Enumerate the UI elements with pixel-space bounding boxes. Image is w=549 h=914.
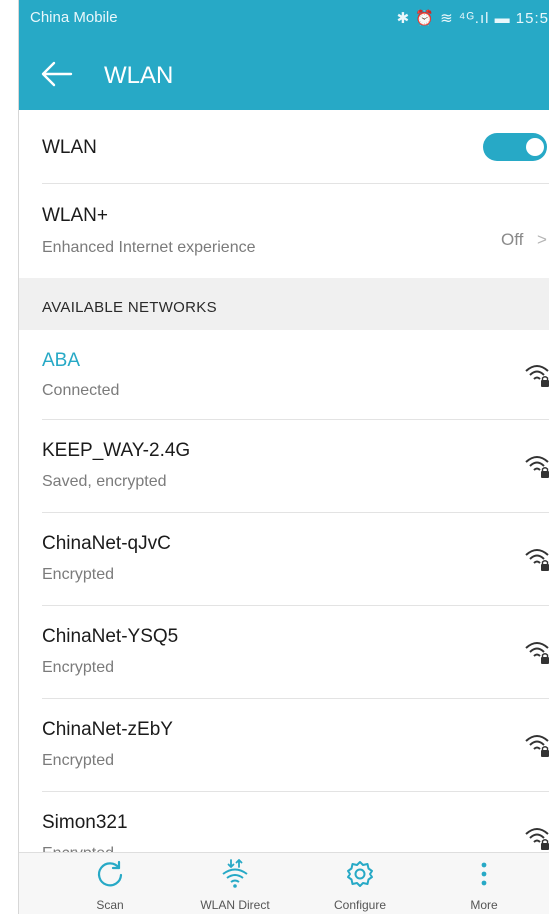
- network-status: Encrypted: [42, 752, 115, 769]
- network-row[interactable]: ChinaNet-zEbY Encrypted: [19, 699, 549, 792]
- bottom-action-bar: Scan WLAN Direct Configure More: [19, 852, 549, 914]
- network-name: ChinaNet-zEbY: [42, 719, 173, 740]
- network-row[interactable]: Simon321 Encrypted: [19, 792, 549, 854]
- wlan-toggle-label: WLAN: [42, 137, 97, 158]
- back-arrow-icon[interactable]: [39, 60, 73, 88]
- wifi-signal-locked-icon: [525, 456, 549, 478]
- network-row[interactable]: ABA Connected: [19, 330, 549, 420]
- wlan-plus-value: Off: [501, 230, 524, 249]
- app-bar: WLAN: [19, 36, 549, 110]
- wifi-signal-locked-icon: [525, 828, 549, 850]
- wifi-signal-locked-icon: [525, 735, 549, 757]
- configure-button[interactable]: Configure: [315, 853, 405, 914]
- refresh-icon: [97, 860, 123, 887]
- wlan-plus-title: WLAN+: [42, 205, 108, 226]
- scan-label: Scan: [96, 898, 124, 912]
- status-bar: China Mobile ✱ ⏰ ≋ ⁴ᴳ.ıl ▬ 15:5: [19, 0, 549, 36]
- network-name: ChinaNet-qJvC: [42, 533, 171, 554]
- network-status: Encrypted: [42, 566, 115, 583]
- network-row[interactable]: ChinaNet-YSQ5 Encrypted: [19, 606, 549, 699]
- network-status: Saved, encrypted: [42, 473, 167, 490]
- wifi-signal-locked-icon: [525, 642, 549, 664]
- page-title: WLAN: [104, 62, 174, 89]
- more-label: More: [470, 898, 498, 912]
- network-name: Simon321: [42, 812, 128, 833]
- wlan-direct-button[interactable]: WLAN Direct: [190, 853, 280, 914]
- phone-screen: China Mobile ✱ ⏰ ≋ ⁴ᴳ.ıl ▬ 15:5 WLAN WLA…: [19, 0, 549, 914]
- more-button[interactable]: More: [439, 853, 529, 914]
- carrier-name: China Mobile: [30, 9, 118, 26]
- scan-button[interactable]: Scan: [65, 853, 155, 914]
- network-name: ChinaNet-YSQ5: [42, 626, 179, 647]
- network-status: Encrypted: [42, 659, 115, 676]
- wlan-switch-knob: [526, 138, 544, 156]
- network-name: KEEP_WAY-2.4G: [42, 440, 191, 461]
- chevron-right-icon: >: [537, 230, 547, 249]
- wifi-signal-locked-icon: [525, 549, 549, 571]
- wlan-direct-label: WLAN Direct: [200, 898, 270, 912]
- more-vertical-icon: [481, 862, 487, 886]
- status-icons-and-time: ✱ ⏰ ≋ ⁴ᴳ.ıl ▬ 15:5: [396, 10, 549, 27]
- network-row[interactable]: KEEP_WAY-2.4G Saved, encrypted: [19, 420, 549, 513]
- available-networks-header: AVAILABLE NETWORKS: [19, 278, 549, 330]
- wlan-plus-row[interactable]: WLAN+ Enhanced Internet experience Off >: [19, 184, 549, 278]
- section-header-label: AVAILABLE NETWORKS: [42, 299, 217, 316]
- wlan-plus-subtitle: Enhanced Internet experience: [42, 239, 256, 256]
- wifi-signal-locked-icon: [525, 365, 549, 387]
- network-row[interactable]: ChinaNet-qJvC Encrypted: [19, 513, 549, 606]
- network-status: Connected: [42, 382, 120, 399]
- gear-icon: [347, 861, 373, 887]
- left-frame-edge: [0, 0, 19, 914]
- wlan-switch[interactable]: [483, 133, 549, 161]
- network-name: ABA: [42, 350, 81, 371]
- wlan-direct-icon: [222, 859, 248, 888]
- configure-label: Configure: [333, 898, 387, 912]
- wlan-toggle-row[interactable]: WLAN: [19, 110, 549, 184]
